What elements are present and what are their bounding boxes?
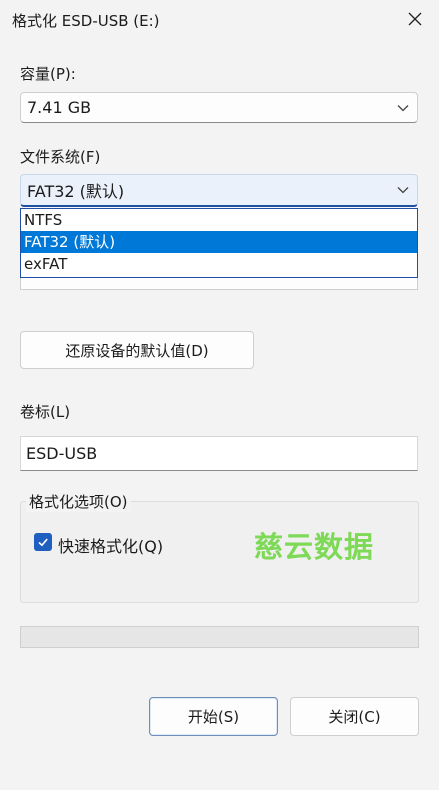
quick-format-checkbox[interactable] — [34, 533, 52, 551]
filesystem-label: 文件系统(F) — [20, 148, 101, 166]
watermark: 慈云数据 — [254, 530, 375, 564]
close-button[interactable]: 关闭(C) — [290, 697, 419, 736]
capacity-dropdown[interactable]: 7.41 GB — [20, 92, 418, 123]
capacity-label: 容量(P): — [20, 65, 76, 83]
filesystem-value: FAT32 (默认) — [27, 182, 125, 201]
volume-label-input[interactable]: ESD-USB — [20, 436, 418, 471]
start-button[interactable]: 开始(S) — [149, 697, 278, 736]
filesystem-option-ntfs[interactable]: NTFS — [21, 209, 417, 231]
volume-label: 卷标(L) — [20, 403, 71, 421]
filesystem-option-exfat[interactable]: exFAT — [21, 253, 417, 275]
filesystem-option-fat32[interactable]: FAT32 (默认) — [21, 231, 417, 253]
window-title: 格式化 ESD-USB (E:) — [12, 12, 160, 30]
checkmark-icon — [38, 538, 48, 547]
format-options-label: 格式化选项(O) — [26, 491, 131, 512]
capacity-value: 7.41 GB — [27, 98, 92, 117]
filesystem-options-list: NTFS FAT32 (默认) exFAT — [20, 208, 418, 278]
chevron-down-icon — [397, 187, 409, 194]
close-window-button[interactable] — [398, 4, 432, 34]
format-progress-bar — [20, 626, 419, 648]
restore-defaults-button[interactable]: 还原设备的默认值(D) — [20, 331, 254, 369]
filesystem-dropdown[interactable]: FAT32 (默认) — [20, 174, 418, 207]
chevron-down-icon — [397, 104, 409, 111]
quick-format-label[interactable]: 快速格式化(Q) — [58, 533, 163, 557]
close-icon — [408, 12, 422, 26]
